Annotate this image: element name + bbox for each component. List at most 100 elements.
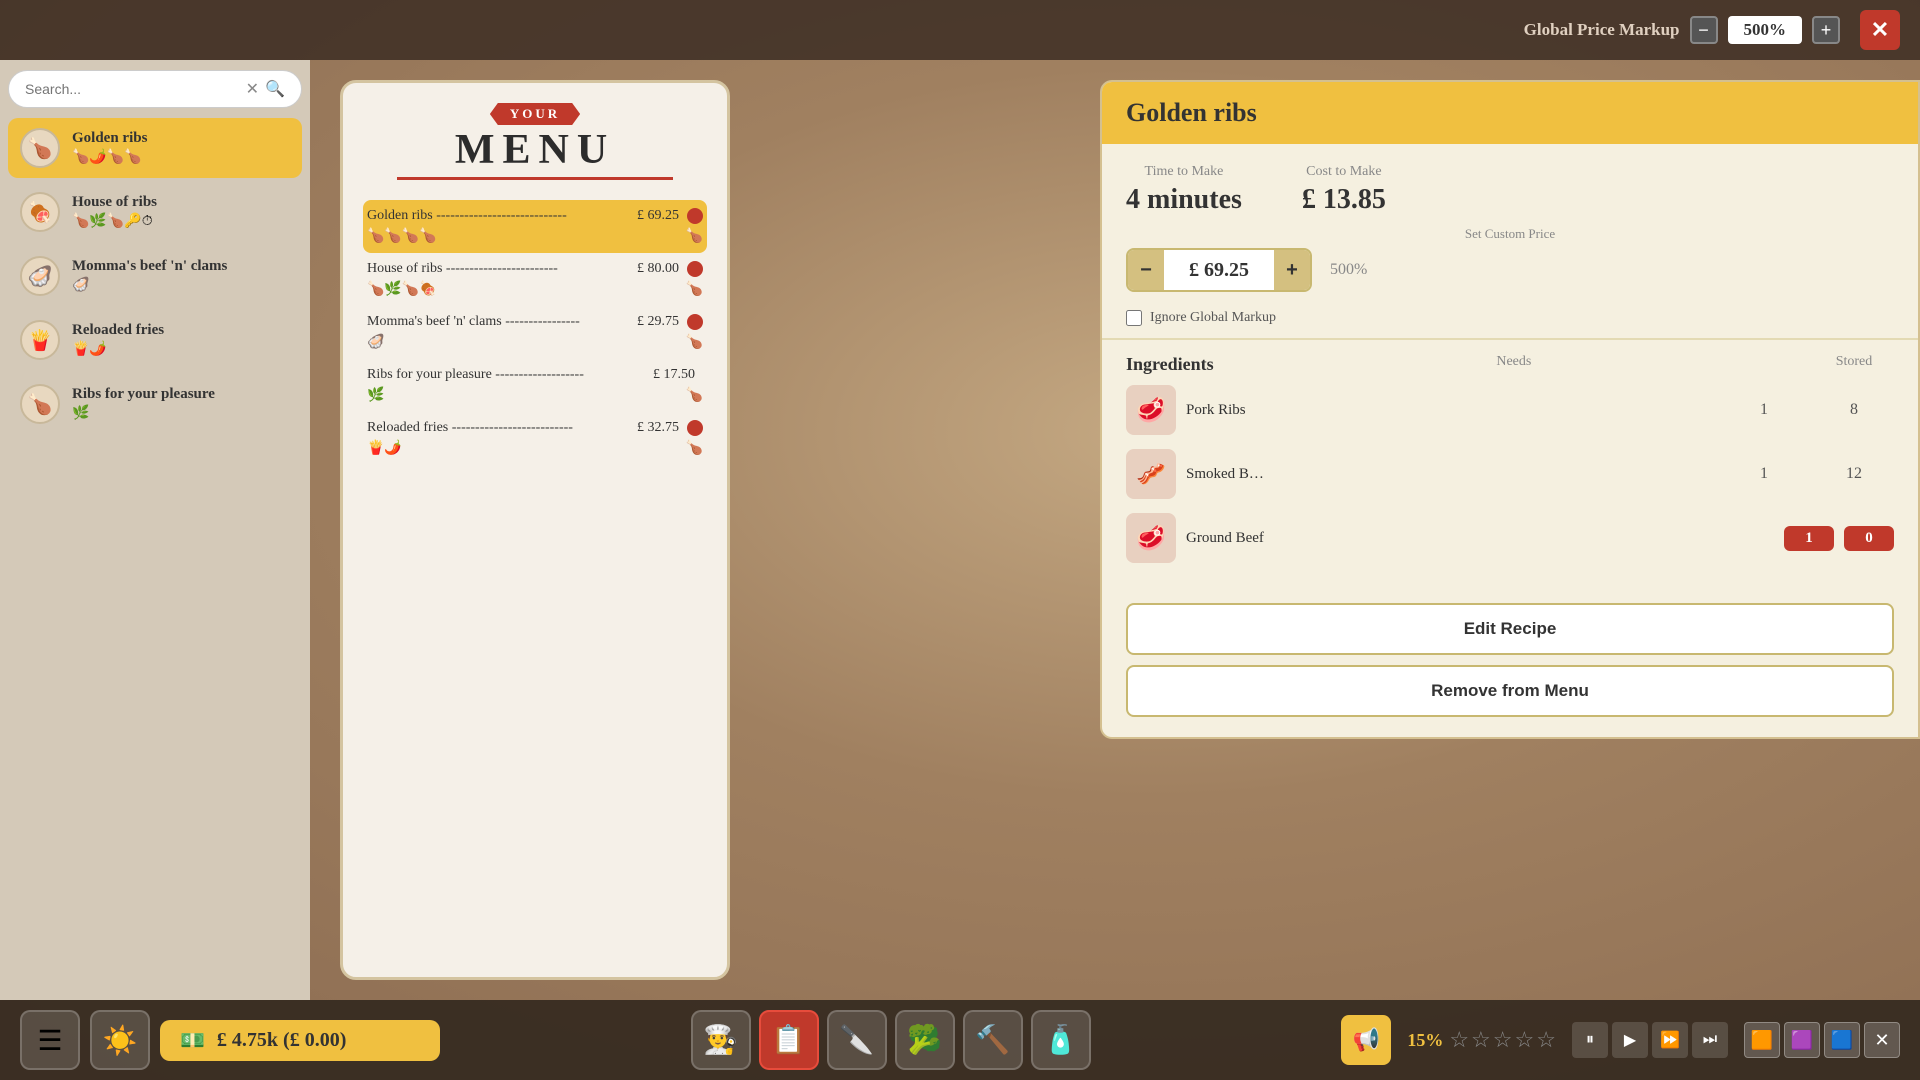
menu-row-price-mommas: £ 29.75 xyxy=(637,314,679,330)
fast-forward-button[interactable]: ⏩ xyxy=(1652,1022,1688,1058)
time-to-make-label: Time to Make xyxy=(1126,164,1242,180)
your-banner: YOUR xyxy=(490,103,580,125)
settings-btn-2[interactable]: 🟪 xyxy=(1784,1022,1820,1058)
star-4: ☆ xyxy=(1515,1027,1535,1053)
markup-increase-button[interactable]: + xyxy=(1812,16,1840,44)
notification-badge[interactable]: 📢 xyxy=(1341,1015,1391,1065)
menu-row-remove-dot-golden-ribs[interactable] xyxy=(687,208,703,224)
ingredients-section: Ingredients Needs Stored 🥩 Pork Ribs 1 8… xyxy=(1102,344,1918,587)
menu-row-name-ribs-pleasure: Ribs for your pleasure -----------------… xyxy=(367,367,653,383)
time-of-day-button[interactable]: ☀️ xyxy=(90,1010,150,1070)
custom-price-label: Set Custom Price xyxy=(1126,226,1894,242)
search-input[interactable] xyxy=(25,81,238,97)
item-icon-house-of-ribs: 🍖 xyxy=(20,192,60,232)
sidebar-item-mommas[interactable]: 🦪 Momma's beef 'n' clams 🦪 xyxy=(8,246,302,306)
stored-col-header: Stored xyxy=(1814,354,1894,375)
time-to-make-block: Time to Make 4 minutes xyxy=(1126,164,1242,216)
item-tags-golden-ribs: 🍗🌶️🍗🍗 xyxy=(72,149,290,166)
markup-decrease-button[interactable]: − xyxy=(1690,16,1718,44)
ingredient-needs-pork-ribs: 1 xyxy=(1724,401,1804,419)
ingredient-row-smoked: 🥓 Smoked B… 1 12 xyxy=(1126,449,1894,499)
sidebar-item-ribs-pleasure[interactable]: 🍗 Ribs for your pleasure 🌿 xyxy=(8,374,302,434)
item-name-house-of-ribs: House of ribs xyxy=(72,194,290,211)
hamburger-menu-button[interactable]: ☰ xyxy=(20,1010,80,1070)
ignore-markup-checkbox[interactable] xyxy=(1126,310,1142,326)
menu-row-reloaded-fries[interactable]: Reloaded fries -------------------------… xyxy=(363,412,707,465)
price-value: £ 69.25 xyxy=(1164,259,1274,282)
ignore-markup-row: Ignore Global Markup xyxy=(1102,302,1918,334)
sidebar-item-golden-ribs[interactable]: 🍗 Golden ribs 🍗🌶️🍗🍗 xyxy=(8,118,302,178)
skip-button[interactable]: ⏭ xyxy=(1692,1022,1728,1058)
action-buttons: Edit Recipe Remove from Menu xyxy=(1102,587,1918,717)
bottom-nav-icons: 👨‍🍳 📋 🔪 🥦 🔨 🧴 xyxy=(691,1010,1091,1070)
menu-row-house-of-ribs[interactable]: House of ribs ------------------------ £… xyxy=(363,253,707,306)
menu-row-name-mommas: Momma's beef 'n' clams ---------------- xyxy=(367,314,637,330)
star-2: ☆ xyxy=(1471,1027,1491,1053)
global-price-markup: Global Price Markup − 500% + xyxy=(1524,16,1840,44)
menu-row-remove-dot-mommas[interactable] xyxy=(687,314,703,330)
ingredient-stored-smoked: 12 xyxy=(1814,465,1894,483)
menu-nav-button[interactable]: 📋 xyxy=(759,1010,819,1070)
search-bar[interactable]: ✕ 🔍 xyxy=(8,70,302,108)
item-name-ribs-pleasure: Ribs for your pleasure xyxy=(72,386,290,403)
pause-button[interactable]: ⏸ xyxy=(1572,1022,1608,1058)
search-icon: 🔍 xyxy=(265,79,285,99)
menu-underline xyxy=(397,177,672,180)
remove-from-menu-button[interactable]: Remove from Menu xyxy=(1126,665,1894,717)
price-decrease-button[interactable]: − xyxy=(1128,250,1164,290)
ingredients-title: Ingredients xyxy=(1126,354,1214,375)
chef-nav-button[interactable]: 👨‍🍳 xyxy=(691,1010,751,1070)
ingredient-row-ground-beef: 🥩 Ground Beef 1 0 xyxy=(1126,513,1894,563)
cost-to-make-block: Cost to Make £ 13.85 xyxy=(1302,164,1386,216)
ignore-markup-label: Ignore Global Markup xyxy=(1150,310,1276,326)
menu-row-name-house-of-ribs: House of ribs ------------------------ xyxy=(367,261,637,277)
detail-panel: Golden ribs Time to Make 4 minutes Cost … xyxy=(1100,80,1920,739)
markup-value: 500% xyxy=(1728,16,1803,44)
menu-row-price-house-of-ribs: £ 80.00 xyxy=(637,261,679,277)
bottom-right: 📢 15% ☆ ☆ ☆ ☆ ☆ ⏸ ▶ ⏩ ⏭ 🟧 🟪 🟦 ✕ xyxy=(1341,1015,1900,1065)
tools-nav-button[interactable]: 🔨 xyxy=(963,1010,1023,1070)
star-rating: 15% ☆ ☆ ☆ ☆ ☆ xyxy=(1407,1027,1556,1053)
menu-row-icons-mommas: 🦪 🍗 xyxy=(367,334,703,351)
menu-row-icons-house: 🍗🌿🍗🍖 🍗 xyxy=(367,281,703,298)
settings-btn-1[interactable]: 🟧 xyxy=(1744,1022,1780,1058)
price-increase-button[interactable]: + xyxy=(1274,250,1310,290)
ingredients-header: Ingredients Needs Stored xyxy=(1126,354,1894,375)
menu-row-remove-dot-fries[interactable] xyxy=(687,420,703,436)
item-name-golden-ribs: Golden ribs xyxy=(72,130,290,147)
price-percent: 500% xyxy=(1330,261,1367,279)
playback-controls: ⏸ ▶ ⏩ ⏭ xyxy=(1572,1022,1728,1058)
item-name-mommas: Momma's beef 'n' clams xyxy=(72,258,290,275)
menu-row-remove-dot-house[interactable] xyxy=(687,261,703,277)
star-5: ☆ xyxy=(1536,1027,1556,1053)
menu-row-mommas[interactable]: Momma's beef 'n' clams ---------------- … xyxy=(363,306,707,359)
clear-icon[interactable]: ✕ xyxy=(246,79,259,99)
item-icon-reloaded-fries: 🍟 xyxy=(20,320,60,360)
edit-recipe-button[interactable]: Edit Recipe xyxy=(1126,603,1894,655)
sidebar-item-house-of-ribs[interactable]: 🍖 House of ribs 🍗🌿🍗🔑⏱ xyxy=(8,182,302,242)
ingredient-needs-smoked: 1 xyxy=(1724,465,1804,483)
item-icon-ribs-pleasure: 🍗 xyxy=(20,384,60,424)
supplies-nav-button[interactable]: 🧴 xyxy=(1031,1010,1091,1070)
menu-row-price-golden-ribs: £ 69.25 xyxy=(637,208,679,224)
ingredient-row-pork-ribs: 🥩 Pork Ribs 1 8 xyxy=(1126,385,1894,435)
menu-title: YOUR MENU xyxy=(363,103,707,180)
menu-row-ribs-pleasure[interactable]: Ribs for your pleasure -----------------… xyxy=(363,359,707,412)
top-bar: Global Price Markup − 500% + ✕ xyxy=(0,0,1920,60)
item-tags-mommas: 🦪 xyxy=(72,277,290,294)
close-button[interactable]: ✕ xyxy=(1860,10,1900,50)
menu-row-golden-ribs[interactable]: Golden ribs ----------------------------… xyxy=(363,200,707,253)
sidebar-item-reloaded-fries[interactable]: 🍟 Reloaded fries 🍟🌶️ xyxy=(8,310,302,370)
money-icon: 💵 xyxy=(180,1028,205,1053)
cost-to-make-label: Cost to Make xyxy=(1302,164,1386,180)
menu-row-name-golden-ribs: Golden ribs ---------------------------- xyxy=(367,208,637,224)
detail-header: Golden ribs xyxy=(1102,82,1918,144)
money-display: 💵 £ 4.75k (£ 0.00) xyxy=(160,1020,440,1061)
menu-panel: YOUR MENU Golden ribs ------------------… xyxy=(340,80,730,980)
settings-btn-3[interactable]: 🟦 xyxy=(1824,1022,1860,1058)
ingredients-nav-button[interactable]: 🥦 xyxy=(895,1010,955,1070)
knife-nav-button[interactable]: 🔪 xyxy=(827,1010,887,1070)
item-tags-house-of-ribs: 🍗🌿🍗🔑⏱ xyxy=(72,213,290,230)
settings-btn-4[interactable]: ✕ xyxy=(1864,1022,1900,1058)
play-button[interactable]: ▶ xyxy=(1612,1022,1648,1058)
